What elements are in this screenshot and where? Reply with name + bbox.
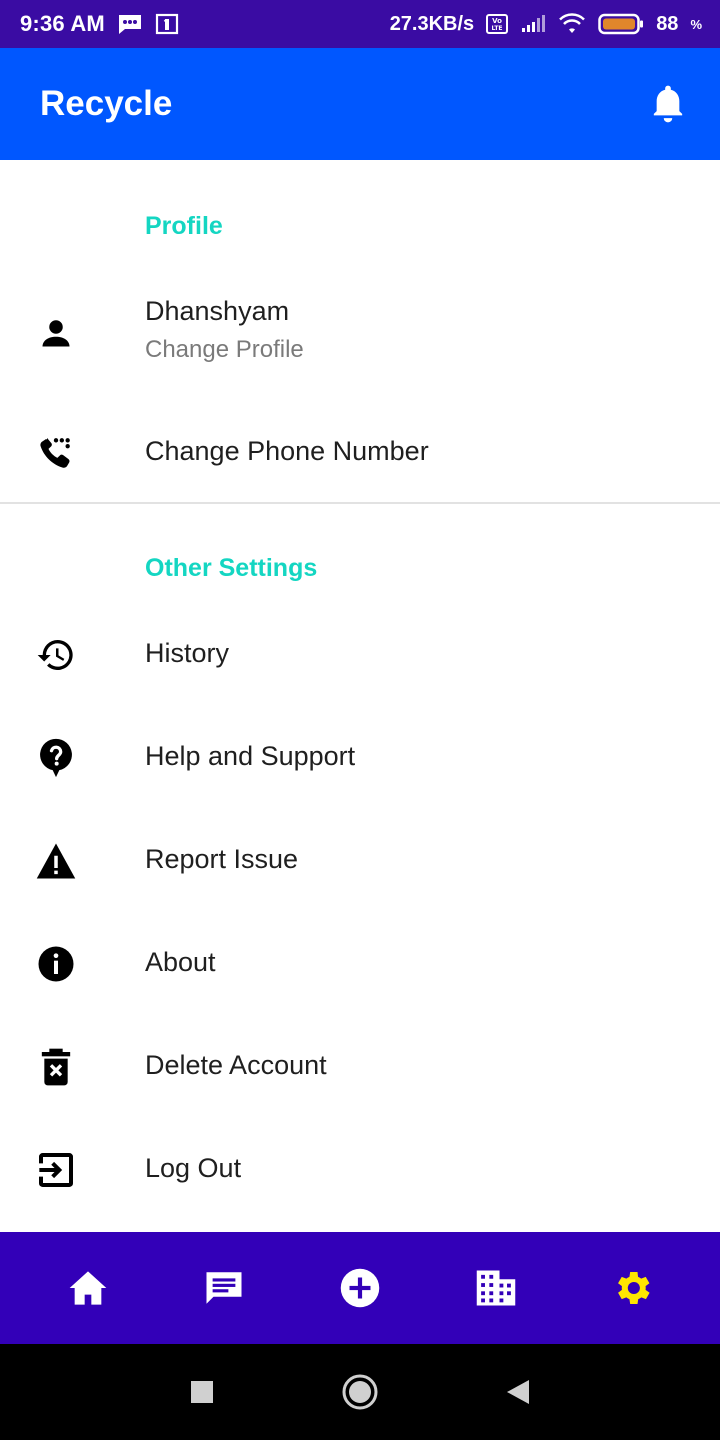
info-icon	[34, 942, 78, 986]
status-time: 9:36 AM	[20, 11, 105, 36]
status-bar: 9:36 AM 27.3KB/s Vo LTE 88 %	[0, 0, 720, 48]
wifi-icon	[558, 13, 586, 35]
profile-row[interactable]: Dhanshyam Change Profile	[0, 290, 720, 376]
system-navigation-bar	[0, 1344, 720, 1440]
bottom-navigation	[0, 1232, 720, 1344]
help-row[interactable]: Help and Support	[0, 733, 720, 783]
report-row[interactable]: Report Issue	[0, 836, 720, 886]
home-icon[interactable]	[56, 1256, 120, 1320]
history-label: History	[145, 638, 230, 668]
change-profile-label: Change Profile	[145, 336, 304, 363]
volte-icon: Vo LTE	[486, 14, 509, 34]
history-row[interactable]: History	[0, 630, 720, 680]
battery-icon	[598, 13, 644, 35]
person-icon	[34, 311, 78, 355]
recents-icon[interactable]	[178, 1368, 226, 1416]
app-title: Recycle	[40, 84, 173, 123]
about-label: About	[145, 947, 216, 977]
phone-dialing-icon	[34, 430, 78, 474]
about-row[interactable]: About	[0, 939, 720, 989]
logout-row[interactable]: Log Out	[0, 1145, 720, 1195]
history-icon	[34, 633, 78, 677]
change-phone-label: Change Phone Number	[145, 436, 429, 466]
message-notification-icon	[117, 13, 143, 35]
svg-text:Vo: Vo	[492, 17, 502, 25]
back-icon[interactable]	[494, 1368, 542, 1416]
other-settings-header: Other Settings	[145, 554, 318, 582]
cell-signal-icon	[520, 14, 546, 34]
logout-icon	[34, 1148, 78, 1192]
delete-account-row[interactable]: Delete Account	[0, 1042, 720, 1092]
battery-percent: 88	[656, 12, 679, 35]
change-phone-row[interactable]: Change Phone Number	[0, 426, 720, 478]
profile-user-name: Dhanshyam	[145, 296, 290, 326]
delete-icon	[34, 1045, 78, 1089]
profile-section-header: Profile	[145, 212, 223, 240]
section-divider	[0, 502, 720, 504]
delete-account-label: Delete Account	[145, 1050, 327, 1080]
report-label: Report Issue	[145, 844, 299, 874]
notifications-icon[interactable]	[648, 84, 688, 124]
app-bar: Recycle	[0, 48, 720, 160]
svg-text:LTE: LTE	[492, 25, 503, 32]
chat-icon[interactable]	[192, 1256, 256, 1320]
logout-label: Log Out	[145, 1153, 242, 1183]
add-icon[interactable]	[328, 1256, 392, 1320]
help-label: Help and Support	[145, 741, 356, 771]
battery-percent-sign: %	[690, 16, 702, 32]
warning-icon	[34, 839, 78, 883]
help-icon	[34, 736, 78, 780]
sim-notification-icon	[155, 13, 179, 35]
home-button-icon[interactable]	[336, 1368, 384, 1416]
network-speed: 27.3KB/s	[389, 12, 475, 35]
settings-icon[interactable]	[600, 1256, 664, 1320]
building-icon[interactable]	[464, 1256, 528, 1320]
